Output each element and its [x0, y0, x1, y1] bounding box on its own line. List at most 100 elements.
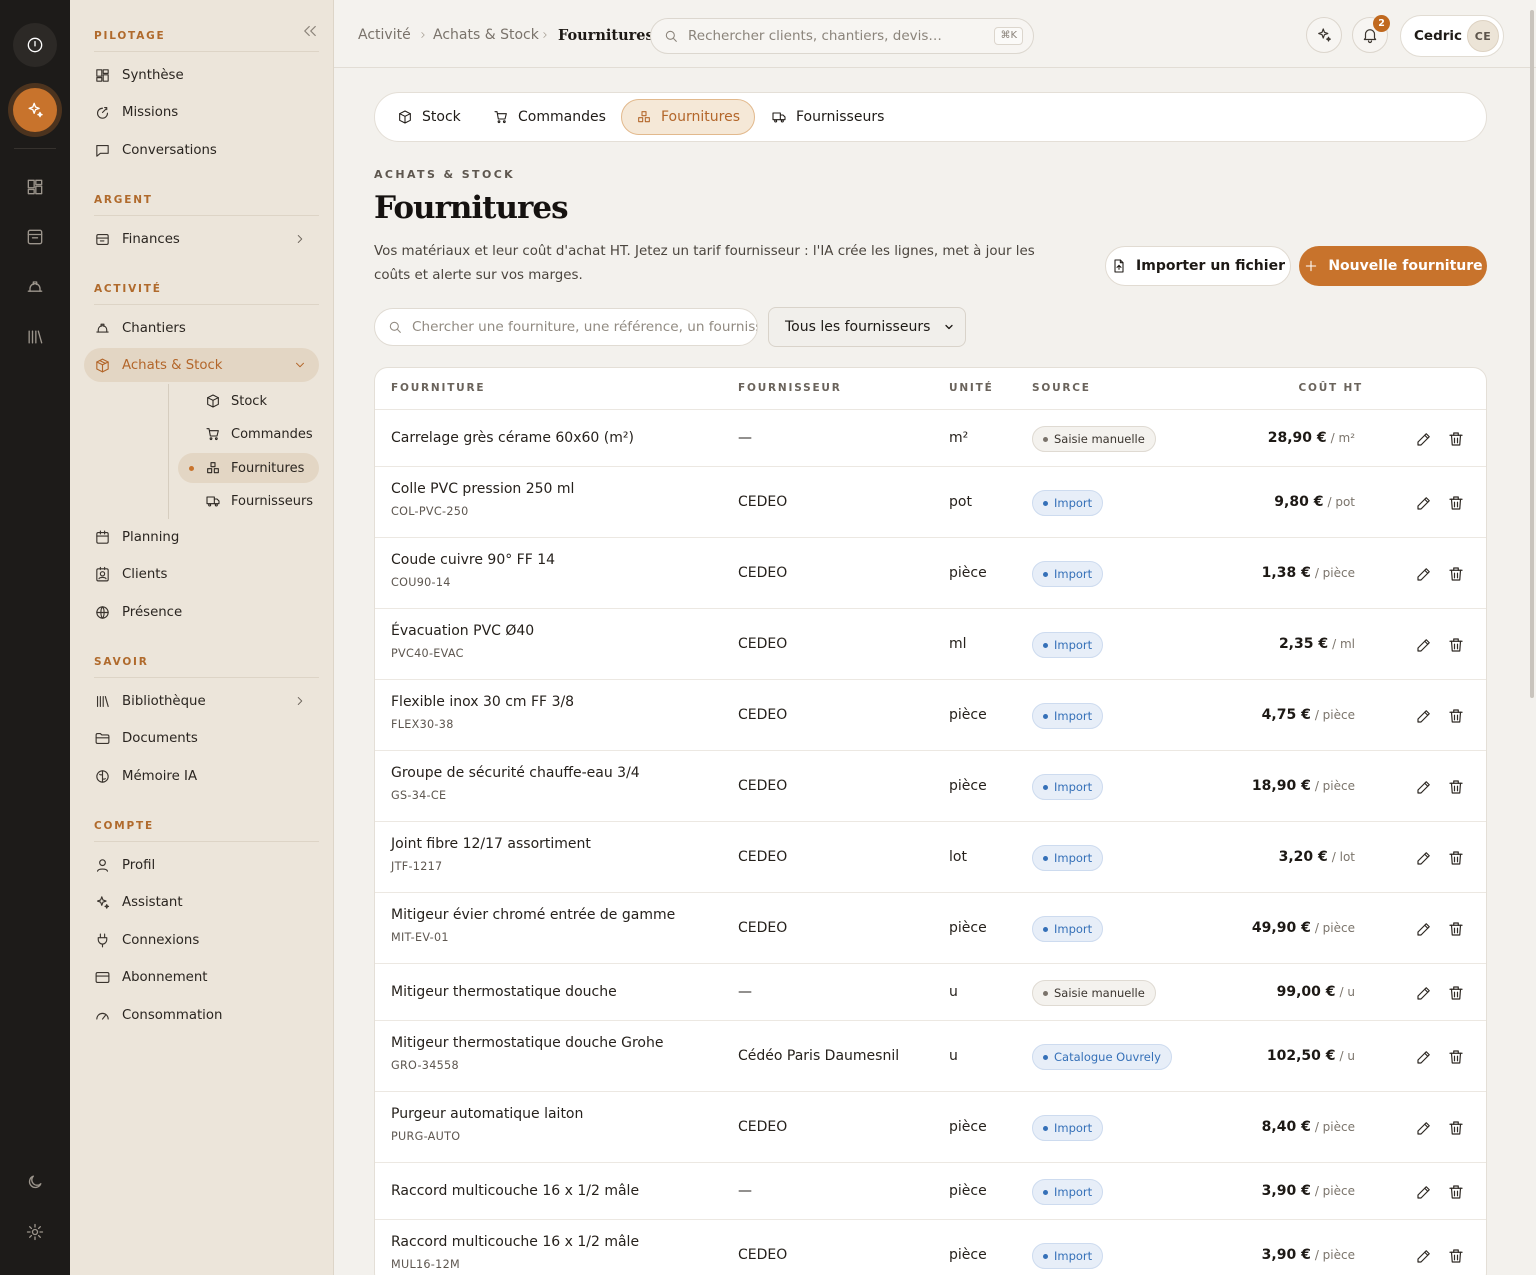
sidebar-item-synthese[interactable]: Synthèse — [84, 58, 319, 92]
edit-pencil-icon[interactable] — [1415, 565, 1433, 583]
column-header-unite[interactable]: UNITÉ — [949, 382, 994, 394]
tab-fournitures[interactable]: Fournitures — [621, 99, 755, 135]
scrollbar[interactable] — [1530, 10, 1534, 698]
sidebar-item-presence[interactable]: Présence — [84, 595, 319, 629]
user-menu-button[interactable]: Cedric CE — [1400, 15, 1504, 57]
supplier-filter-select[interactable]: Tous les fournisseurs — [768, 307, 966, 347]
sidebar-item-bibliotheque[interactable]: Bibliothèque — [84, 684, 319, 718]
import-file-button[interactable]: Importer un fichier — [1105, 246, 1291, 286]
moon-icon[interactable] — [13, 1160, 57, 1204]
app-logo-icon[interactable] — [13, 23, 57, 67]
edit-pencil-icon[interactable] — [1415, 1247, 1433, 1265]
delete-trash-icon[interactable] — [1447, 920, 1465, 938]
supply-name[interactable]: Mitigeur thermostatique douche Grohe — [391, 1035, 664, 1051]
delete-trash-icon[interactable] — [1447, 1048, 1465, 1066]
edit-pencil-icon[interactable] — [1415, 1048, 1433, 1066]
edit-pencil-icon[interactable] — [1415, 984, 1433, 1002]
delete-trash-icon[interactable] — [1447, 1119, 1465, 1137]
supply-name[interactable]: Raccord multicouche 16 x 1/2 mâle — [391, 1183, 639, 1199]
table-row[interactable]: Carrelage grès cérame 60x60 (m²) — m² Saisi… — [375, 410, 1486, 467]
edit-pencil-icon[interactable] — [1415, 707, 1433, 725]
column-header-fourniture[interactable]: FOURNITURE — [391, 382, 485, 394]
sidebar-item-assistant[interactable]: Assistant — [84, 885, 319, 919]
table-row[interactable]: Joint fibre 12/17 assortiment JTF-1217 CED… — [375, 822, 1486, 893]
table-row[interactable]: Mitigeur évier chromé entrée de gamme MIT… — [375, 893, 1486, 964]
breadcrumb-achats-stock[interactable]: Achats & Stock — [433, 27, 539, 43]
table-row[interactable]: Évacuation PVC Ø40 PVC40-EVAC CEDEO ml Impor… — [375, 609, 1486, 680]
ai-sparkle-icon[interactable] — [13, 88, 57, 132]
sidebar-item-documents[interactable]: Documents — [84, 721, 319, 755]
edit-pencil-icon[interactable] — [1415, 494, 1433, 512]
delete-trash-icon[interactable] — [1447, 494, 1465, 512]
inbox-icon[interactable] — [13, 215, 57, 259]
column-header-cout[interactable]: COÛT HT — [1298, 382, 1363, 394]
delete-trash-icon[interactable] — [1447, 849, 1465, 867]
sidebar-item-chantiers[interactable]: Chantiers — [84, 311, 319, 345]
edit-pencil-icon[interactable] — [1415, 778, 1433, 796]
sidebar-item-connexions[interactable]: Connexions — [84, 923, 319, 957]
column-header-source[interactable]: SOURCE — [1032, 382, 1091, 394]
sidebar-subitem-commandes[interactable]: Commandes — [178, 419, 319, 449]
supply-search-input[interactable]: Chercher une fourniture, une référence, … — [374, 308, 758, 346]
delete-trash-icon[interactable] — [1447, 707, 1465, 725]
sidebar-item-abonnement[interactable]: Abonnement — [84, 960, 319, 994]
table-row[interactable]: Mitigeur thermostatique douche Grohe GRO-… — [375, 1021, 1486, 1092]
settings-gear-icon[interactable] — [13, 1210, 57, 1254]
new-supply-button[interactable]: Nouvelle fourniture — [1299, 246, 1487, 286]
collapse-sidebar-icon[interactable] — [301, 22, 319, 40]
table-row[interactable]: Coude cuivre 90° FF 14 COU90-14 CEDEO pièce… — [375, 538, 1486, 609]
supply-name[interactable]: Coude cuivre 90° FF 14 — [391, 552, 555, 568]
tab-stock[interactable]: Stock — [383, 99, 475, 135]
sidebar-item-planning[interactable]: Planning — [84, 520, 319, 554]
notifications-button[interactable]: 2 — [1352, 15, 1390, 53]
supply-name[interactable]: Évacuation PVC Ø40 — [391, 623, 534, 639]
supply-name[interactable]: Groupe de sécurité chauffe-eau 3/4 — [391, 765, 640, 781]
table-row[interactable]: Colle PVC pression 250 ml COL-PVC-250 CEDE… — [375, 467, 1486, 538]
sidebar-item-achats-stock[interactable]: Achats & Stock — [84, 348, 319, 382]
supply-name[interactable]: Flexible inox 30 cm FF 3/8 — [391, 694, 574, 710]
delete-trash-icon[interactable] — [1447, 565, 1465, 583]
table-row[interactable]: Purgeur automatique laiton PURG-AUTO CEDEO… — [375, 1092, 1486, 1163]
delete-trash-icon[interactable] — [1447, 636, 1465, 654]
edit-pencil-icon[interactable] — [1415, 920, 1433, 938]
tab-fournisseurs[interactable]: Fournisseurs — [757, 99, 898, 135]
column-header-fournisseur[interactable]: FOURNISSEUR — [738, 382, 842, 394]
edit-pencil-icon[interactable] — [1415, 430, 1433, 448]
table-row[interactable]: Groupe de sécurité chauffe-eau 3/4 GS-34-… — [375, 751, 1486, 822]
sidebar-item-consommation[interactable]: Consommation — [84, 998, 319, 1032]
edit-pencil-icon[interactable] — [1415, 1183, 1433, 1201]
delete-trash-icon[interactable] — [1447, 1247, 1465, 1265]
sidebar-item-memoire-ia[interactable]: Mémoire IA — [84, 759, 319, 793]
sidebar-subitem-fournisseurs[interactable]: Fournisseurs — [178, 486, 319, 516]
edit-pencil-icon[interactable] — [1415, 636, 1433, 654]
supply-name[interactable]: Carrelage grès cérame 60x60 (m²) — [391, 430, 634, 446]
delete-trash-icon[interactable] — [1447, 984, 1465, 1002]
delete-trash-icon[interactable] — [1447, 778, 1465, 796]
sidebar-item-profil[interactable]: Profil — [84, 848, 319, 882]
library-icon[interactable] — [13, 315, 57, 359]
table-row[interactable]: Flexible inox 30 cm FF 3/8 FLEX30-38 CEDEO… — [375, 680, 1486, 751]
sidebar-item-finances[interactable]: Finances — [84, 222, 319, 256]
supply-name[interactable]: Joint fibre 12/17 assortiment — [391, 836, 591, 852]
dashboard-icon[interactable] — [13, 165, 57, 209]
sidebar-item-clients[interactable]: Clients — [84, 557, 319, 591]
table-row[interactable]: Raccord multicouche 16 x 1/2 mâle MUL16-1… — [375, 1220, 1486, 1275]
hard-hat-icon[interactable] — [13, 265, 57, 309]
sidebar-subitem-fournitures[interactable]: Fournitures — [178, 453, 319, 483]
edit-pencil-icon[interactable] — [1415, 849, 1433, 867]
supply-name[interactable]: Mitigeur évier chromé entrée de gamme — [391, 907, 675, 923]
sidebar-item-conversations[interactable]: Conversations — [84, 133, 319, 167]
breadcrumb-activite[interactable]: Activité — [358, 27, 411, 43]
global-search-input[interactable]: Rechercher clients, chantiers, devis… ⌘K — [650, 18, 1034, 54]
table-row[interactable]: Raccord multicouche 16 x 1/2 mâle — pièce I… — [375, 1163, 1486, 1220]
supply-name[interactable]: Mitigeur thermostatique douche — [391, 984, 617, 1000]
edit-pencil-icon[interactable] — [1415, 1119, 1433, 1137]
sidebar-item-missions[interactable]: Missions — [84, 95, 319, 129]
ai-assistant-button[interactable] — [1306, 17, 1342, 53]
tab-commandes[interactable]: Commandes — [479, 99, 620, 135]
supply-name[interactable]: Colle PVC pression 250 ml — [391, 481, 574, 497]
delete-trash-icon[interactable] — [1447, 430, 1465, 448]
supply-name[interactable]: Purgeur automatique laiton — [391, 1106, 583, 1122]
table-row[interactable]: Mitigeur thermostatique douche — u Saisie m… — [375, 964, 1486, 1021]
sidebar-subitem-stock[interactable]: Stock — [178, 386, 319, 416]
